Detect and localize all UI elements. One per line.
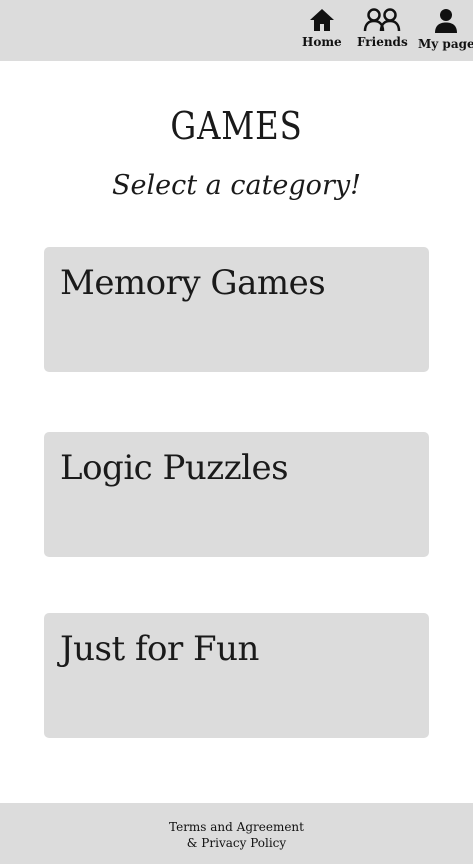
nav-home-label: Home — [302, 35, 342, 49]
terms-privacy-link[interactable]: Terms and Agreement & Privacy Policy — [0, 819, 473, 851]
top-nav-bar: Home Friends My page — [0, 0, 473, 61]
nav-home-button[interactable]: Home — [302, 8, 342, 49]
category-label: Logic Puzzles — [60, 448, 289, 488]
friends-icon — [364, 8, 401, 32]
category-label: Just for Fun — [60, 629, 259, 669]
home-icon — [309, 9, 334, 31]
category-card-memory-games[interactable]: Memory Games — [44, 247, 429, 372]
nav-my-page-label: My page — [418, 37, 473, 51]
footer-bar: Terms and Agreement & Privacy Policy — [0, 803, 473, 864]
footer-line-privacy: & Privacy Policy — [186, 836, 287, 850]
category-card-logic-puzzles[interactable]: Logic Puzzles — [44, 432, 429, 557]
user-icon — [435, 9, 458, 33]
category-label: Memory Games — [60, 263, 326, 303]
nav-my-page-button[interactable]: My page — [418, 8, 473, 51]
nav-friends-button[interactable]: Friends — [357, 8, 408, 49]
category-card-just-for-fun[interactable]: Just for Fun — [44, 613, 429, 738]
page-title: GAMES — [170, 104, 303, 148]
nav-friends-label: Friends — [357, 35, 408, 49]
page-subtitle: Select a category! — [112, 170, 361, 201]
footer-line-terms: Terms and Agreement — [169, 820, 304, 834]
